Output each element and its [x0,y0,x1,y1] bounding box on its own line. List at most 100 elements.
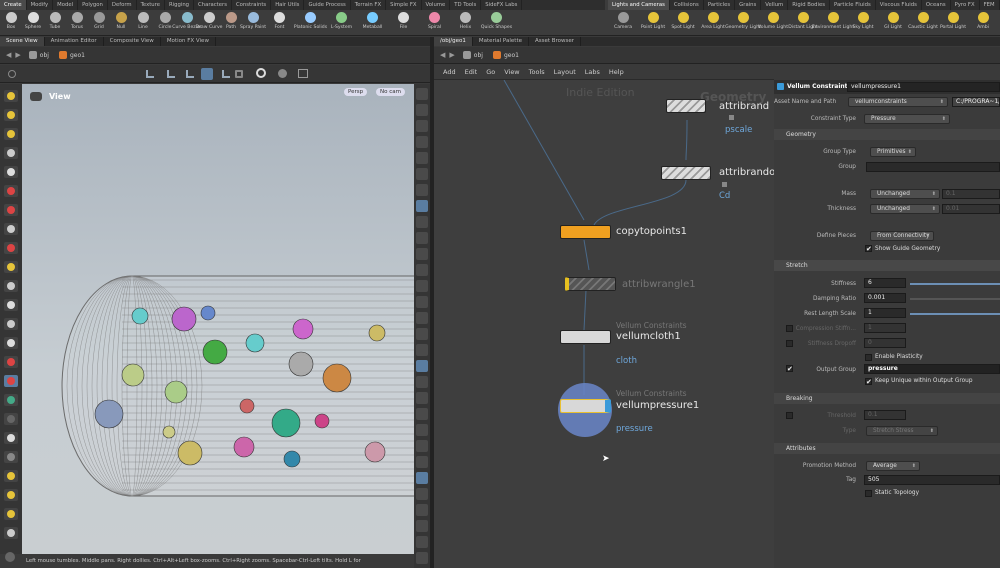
shelf-tab[interactable]: Rigging [165,0,195,10]
display-icon[interactable] [416,408,428,420]
tab-material-palette[interactable]: Material Palette [473,37,529,46]
shelf-tab[interactable]: Guide Process [304,0,351,10]
shelf-tool[interactable]: Tube [44,11,66,35]
display-icon[interactable] [416,392,428,404]
output-group-field[interactable]: pressure [864,364,1000,374]
damping-slider[interactable] [910,298,1000,300]
shelf-tool[interactable]: Quick Shapes [481,11,512,35]
shelf-tool[interactable]: Volume Light [758,11,788,35]
shelf-tool[interactable]: Grid [88,11,110,35]
display-icon[interactable] [416,520,428,532]
group-field[interactable] [866,162,1000,172]
node-attribwrangle[interactable] [565,277,616,291]
tool-icon[interactable] [4,356,18,368]
tool-icon[interactable] [4,527,18,539]
shelf-tool[interactable]: Distant Light [788,11,818,35]
shelf-tool[interactable]: Camera [608,11,638,35]
damping-field[interactable]: 0.001 [864,293,906,303]
shelf-tab[interactable]: Collisions [670,0,704,10]
mass-field[interactable]: 0.1 [942,189,1000,199]
split-view-icon[interactable] [298,69,308,78]
shelf-tool[interactable]: Spot Light [668,11,698,35]
section-stretch[interactable]: Stretch [774,260,1000,271]
tool-icon[interactable] [4,451,18,463]
display-icon[interactable] [416,296,428,308]
display-icon[interactable] [416,376,428,388]
display-icon[interactable] [416,424,428,436]
show-guide-checkbox[interactable]: ✔ [865,245,872,253]
display-icon[interactable] [416,360,428,372]
tab-composite-view[interactable]: Composite View [104,37,161,46]
shelf-tool[interactable]: Box [0,11,22,35]
shelf-tool[interactable]: Sphere [22,11,44,35]
shelf-tool[interactable]: Sky Light [848,11,878,35]
node-vellumpressure[interactable] [560,399,611,413]
tool-icon[interactable] [4,109,18,121]
tool-icon[interactable] [4,318,18,330]
shelf-tool[interactable]: Platonic Solids [294,11,327,35]
threshold-field[interactable]: 0.1 [864,410,906,420]
menu-item[interactable]: Edit [465,68,478,76]
shelf-tool[interactable]: Curve Bezier [172,11,202,35]
tab-asset-browser[interactable]: Asset Browser [529,37,582,46]
tool-icon[interactable] [4,185,18,197]
shelf-tool[interactable]: Torus [66,11,88,35]
shelf-tab[interactable]: Particles [704,0,736,10]
tool-icon[interactable] [4,280,18,292]
display-icon[interactable] [416,248,428,260]
rest-length-field[interactable]: 1 [864,308,906,318]
shelf-tool[interactable]: Environment Light [812,11,854,35]
shelf-tab[interactable]: Grains [735,0,762,10]
constraint-type-menu[interactable]: Pressure [864,114,950,124]
display-icon[interactable] [416,552,428,564]
menu-item[interactable]: Labs [585,68,600,76]
shelf-tool[interactable]: Draw Curve [196,11,223,35]
tool-icon[interactable] [4,128,18,140]
shelf-tool[interactable]: Caustic Light [908,11,938,35]
shelf-tab[interactable]: Create [0,0,27,10]
shelf-tab[interactable]: Texture [137,0,165,10]
node-vellumcloth[interactable] [560,330,611,344]
forward-icon[interactable]: ▶ [449,51,454,59]
shelf-tool[interactable]: GI Light [878,11,908,35]
promotion-menu[interactable]: Average [866,461,920,471]
node-copytopoints[interactable] [560,225,611,239]
section-attributes[interactable]: Attributes [774,443,1000,454]
display-icon[interactable] [416,120,428,132]
shelf-tool[interactable]: Metaball [357,11,388,35]
tool-icon[interactable] [4,508,18,520]
section-geometry[interactable]: Geometry [774,129,1000,140]
shelf-tool[interactable]: Portal Light [938,11,968,35]
shelf-tab[interactable]: Lights and Cameras [608,0,670,10]
tab-animation-editor[interactable]: Animation Editor [45,37,104,46]
tab-scene-view[interactable]: Scene View [0,37,45,46]
network-editor[interactable]: Indie Edition Geometry attribrand pscale… [434,80,774,568]
snap-icon[interactable] [146,70,154,78]
break-type-menu[interactable]: Stretch Stress [866,426,938,436]
shelf-tool[interactable]: Line [132,11,154,35]
back-icon[interactable]: ◀ [440,51,445,59]
mass-menu[interactable]: Unchanged [870,189,940,199]
display-icon[interactable] [416,104,428,116]
snap-point-icon[interactable] [186,70,194,78]
display-icon[interactable] [416,344,428,356]
stiffness-field[interactable]: 6 [864,278,906,288]
display-icon[interactable] [416,536,428,548]
magnet-icon[interactable] [235,70,243,78]
shelf-tab[interactable]: Volume [422,0,451,10]
static-topology-checkbox[interactable] [865,490,872,497]
asset-path-field[interactable]: C:/PROGRA~1/S [952,97,1000,107]
shelf-tool[interactable]: Ambi [968,11,998,35]
shelf-tool[interactable]: Geometry Light [725,11,761,35]
tool-icon[interactable] [4,375,18,387]
path-obj[interactable]: obj [40,52,49,59]
keep-unique-checkbox[interactable]: ✔ [865,378,872,386]
menu-item[interactable]: Help [609,68,624,76]
tool-icon[interactable] [4,470,18,482]
path-geo[interactable]: geo1 [504,52,519,59]
tool-icon[interactable] [4,261,18,273]
shelf-tab[interactable]: Hair Utils [271,0,305,10]
tab-network[interactable]: /obj/geo1 [434,37,473,46]
shelf-tool[interactable]: Font [264,11,295,35]
display-icon[interactable] [416,280,428,292]
